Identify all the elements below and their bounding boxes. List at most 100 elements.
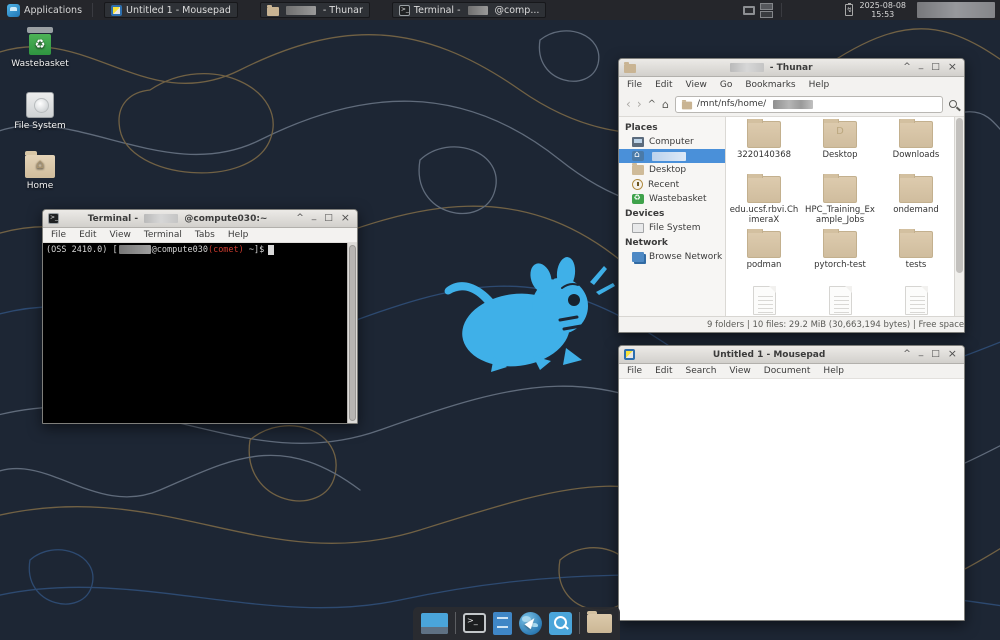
menu-bookmarks[interactable]: Bookmarks bbox=[745, 80, 795, 90]
thunar-titlebar[interactable]: - Thunar bbox=[619, 59, 964, 77]
folder-icon bbox=[747, 121, 781, 148]
panel-separator bbox=[92, 3, 93, 17]
sidebar-item-home[interactable] bbox=[619, 149, 725, 163]
mousepad-icon bbox=[624, 349, 635, 360]
maximize-button[interactable] bbox=[931, 346, 940, 363]
show-desktop-icon[interactable] bbox=[421, 613, 448, 634]
menu-help[interactable]: Help bbox=[228, 230, 249, 240]
taskbar-button-thunar[interactable]: - Thunar bbox=[260, 2, 370, 18]
sidebar-label: Desktop bbox=[649, 165, 686, 175]
shade-button[interactable] bbox=[903, 346, 911, 363]
workspace-1[interactable] bbox=[760, 3, 773, 10]
menu-edit[interactable]: Edit bbox=[655, 80, 672, 90]
sidebar-item-computer[interactable]: Computer bbox=[619, 135, 725, 149]
file-cabinet-icon[interactable] bbox=[493, 612, 512, 635]
close-button[interactable] bbox=[948, 59, 957, 76]
maximize-button[interactable] bbox=[931, 59, 940, 76]
scrollbar[interactable] bbox=[954, 117, 964, 316]
minimize-button[interactable] bbox=[919, 59, 924, 76]
sidebar-item-desktop[interactable]: Desktop bbox=[619, 163, 725, 177]
search-icon[interactable] bbox=[949, 100, 957, 108]
terminal-titlebar[interactable]: Terminal - @compute030:~ bbox=[43, 210, 357, 228]
path-bar[interactable]: /mnt/nfs/home/ bbox=[675, 96, 943, 113]
folder-item[interactable]: 3220140368 bbox=[726, 119, 802, 174]
sidebar-item-file-system[interactable]: File System bbox=[619, 221, 725, 235]
file-manager-icon[interactable] bbox=[587, 614, 612, 633]
forward-button[interactable]: › bbox=[637, 98, 642, 110]
thunar-window: - Thunar File Edit View Go Bookmarks Hel… bbox=[618, 58, 965, 333]
clock[interactable]: 2025-08-08 15:53 bbox=[860, 1, 907, 19]
menu-document[interactable]: Document bbox=[764, 366, 811, 376]
desktop-screen: Applications Untitled 1 - Mousepad - Thu… bbox=[0, 0, 1000, 640]
applications-menu[interactable]: Applications bbox=[0, 0, 89, 20]
wastebasket-icon: ♻ bbox=[27, 27, 53, 56]
application-finder-icon[interactable] bbox=[549, 612, 572, 635]
up-button[interactable]: ^ bbox=[648, 99, 656, 110]
folder-item[interactable]: HPC_Training_Example_Jobs bbox=[802, 174, 878, 229]
folder-item[interactable]: ondemand bbox=[878, 174, 954, 229]
sidebar-item-wastebasket[interactable]: Wastebasket bbox=[619, 192, 725, 206]
desktop-icon-wastebasket[interactable]: ♻ Wastebasket bbox=[8, 27, 72, 69]
taskbar-button-mousepad[interactable]: Untitled 1 - Mousepad bbox=[104, 2, 238, 18]
folder-item[interactable]: Downloads bbox=[878, 119, 954, 174]
computer-icon bbox=[632, 137, 644, 147]
sidebar-item-recent[interactable]: Recent bbox=[619, 177, 725, 192]
menu-view[interactable]: View bbox=[729, 366, 750, 376]
file-item[interactable]: matlab_crash_dum... bbox=[878, 284, 954, 316]
scrollbar-thumb[interactable] bbox=[349, 245, 356, 421]
scrollbar-thumb[interactable] bbox=[956, 118, 963, 273]
shade-button[interactable] bbox=[903, 59, 911, 76]
workspace-switcher[interactable] bbox=[760, 3, 773, 18]
thunar-toolbar: ‹ › ^ ⌂ /mnt/nfs/home/ bbox=[619, 92, 964, 117]
mousepad-text-area[interactable] bbox=[619, 379, 964, 620]
drive-icon bbox=[26, 92, 54, 118]
desktop-icon-file-system[interactable]: File System bbox=[8, 92, 72, 131]
sidebar-item-browse-network[interactable]: Browse Network bbox=[619, 250, 725, 264]
folder-item[interactable]: Desktop bbox=[802, 119, 878, 174]
menu-view[interactable]: View bbox=[110, 230, 131, 240]
sidebar-header-network: Network bbox=[619, 235, 725, 250]
redacted-user-area[interactable] bbox=[917, 2, 995, 18]
redacted-username bbox=[773, 100, 813, 109]
menu-go[interactable]: Go bbox=[720, 80, 732, 90]
task-label: - Thunar bbox=[323, 5, 363, 16]
folder-item[interactable]: edu.ucsf.rbvi.ChimeraX bbox=[726, 174, 802, 229]
menu-search[interactable]: Search bbox=[686, 366, 717, 376]
home-button[interactable]: ⌂ bbox=[662, 98, 669, 111]
menu-tabs[interactable]: Tabs bbox=[195, 230, 215, 240]
minimize-button[interactable] bbox=[312, 210, 317, 227]
terminal-screen[interactable]: (OSS 2410.0) [@compute030(comet) ~]$ bbox=[43, 243, 347, 423]
terminal-launcher-icon[interactable] bbox=[463, 613, 486, 633]
close-button[interactable] bbox=[341, 210, 350, 227]
menu-file[interactable]: File bbox=[51, 230, 66, 240]
menu-help[interactable]: Help bbox=[823, 366, 844, 376]
folder-item[interactable]: pytorch-test bbox=[802, 229, 878, 284]
file-icon bbox=[829, 286, 852, 315]
menu-edit[interactable]: Edit bbox=[79, 230, 96, 240]
file-item[interactable]: hello_podman... bbox=[726, 284, 802, 316]
folder-item[interactable]: podman bbox=[726, 229, 802, 284]
back-button[interactable]: ‹ bbox=[626, 98, 631, 110]
taskbar-button-terminal[interactable]: Terminal - @comp... bbox=[392, 2, 547, 18]
mousepad-titlebar[interactable]: Untitled 1 - Mousepad bbox=[619, 346, 964, 364]
workspace-2[interactable] bbox=[760, 11, 773, 18]
menu-edit[interactable]: Edit bbox=[655, 366, 672, 376]
web-browser-icon[interactable] bbox=[519, 612, 542, 635]
display-icon[interactable] bbox=[743, 6, 755, 15]
shade-button[interactable] bbox=[296, 210, 304, 227]
desktop-icon-home[interactable]: Home bbox=[8, 155, 72, 191]
menu-terminal[interactable]: Terminal bbox=[144, 230, 182, 240]
menu-file[interactable]: File bbox=[627, 366, 642, 376]
menu-file[interactable]: File bbox=[627, 80, 642, 90]
maximize-button[interactable] bbox=[324, 210, 333, 227]
desktop-icon-label: Home bbox=[8, 181, 72, 191]
close-button[interactable] bbox=[948, 346, 957, 363]
power-icon[interactable] bbox=[845, 4, 853, 16]
file-item[interactable]: matlab_crash_dum... bbox=[802, 284, 878, 316]
minimize-button[interactable] bbox=[919, 346, 924, 363]
folder-item[interactable]: tests bbox=[878, 229, 954, 284]
scrollbar[interactable] bbox=[347, 243, 357, 423]
menu-help[interactable]: Help bbox=[809, 80, 830, 90]
dock-separator bbox=[455, 612, 456, 634]
menu-view[interactable]: View bbox=[686, 80, 707, 90]
